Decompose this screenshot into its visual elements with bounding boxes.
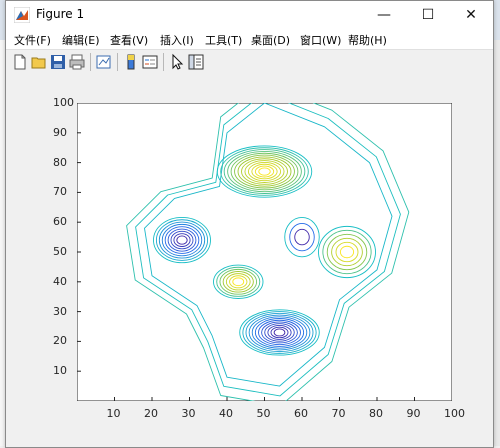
x-tick-label: 50 bbox=[256, 407, 271, 420]
toolbar-separator bbox=[163, 53, 164, 71]
menu-desktop[interactable]: 桌面(D) bbox=[251, 32, 290, 48]
window-title: Figure 1 bbox=[36, 7, 85, 21]
open-file-icon[interactable] bbox=[30, 53, 48, 71]
x-tick-label: 10 bbox=[106, 407, 121, 420]
menu-view[interactable]: 查看(V) bbox=[110, 32, 148, 48]
figure-window: Figure 1 — ☐ ✕ 文件(F) 编辑(E) 查看(V) 插入(I) 工… bbox=[5, 0, 494, 448]
print-icon[interactable] bbox=[68, 53, 86, 71]
maximize-button[interactable]: ☐ bbox=[406, 1, 450, 29]
menu-tools[interactable]: 工具(T) bbox=[205, 32, 242, 48]
maximize-icon: ☐ bbox=[421, 7, 435, 23]
x-tick-label: 90 bbox=[406, 407, 421, 420]
matlab-logo-icon bbox=[14, 7, 30, 23]
menu-insert[interactable]: 插入(I) bbox=[160, 32, 194, 48]
menu-bar: 文件(F) 编辑(E) 查看(V) 插入(I) 工具(T) 桌面(D) 窗口(W… bbox=[6, 29, 493, 49]
menu-help[interactable]: 帮助(H) bbox=[348, 32, 387, 48]
y-tick-label: 70 bbox=[53, 185, 67, 199]
minimize-button[interactable]: — bbox=[362, 1, 406, 29]
new-figure-icon[interactable] bbox=[11, 53, 29, 71]
insert-legend-icon[interactable] bbox=[141, 53, 159, 71]
property-editor-icon[interactable] bbox=[187, 53, 205, 71]
save-icon[interactable] bbox=[49, 53, 67, 71]
x-tick-label: 60 bbox=[294, 407, 308, 420]
y-tick-label: 30 bbox=[53, 304, 67, 318]
menu-file[interactable]: 文件(F) bbox=[14, 32, 51, 48]
y-tick-label: 50 bbox=[53, 245, 67, 258]
insert-colorbar-icon[interactable] bbox=[122, 53, 140, 71]
figure-canvas: 10 20 30 40 50 60 70 80 90 100 10 20 30 40 50 60 70 80 90… bbox=[6, 74, 493, 447]
close-button[interactable]: ✕ bbox=[449, 1, 493, 29]
menu-edit[interactable]: 编辑(E) bbox=[62, 32, 100, 48]
toolbar-separator bbox=[90, 53, 91, 71]
figure-toolbar bbox=[6, 49, 493, 75]
contour-plot[interactable] bbox=[77, 103, 452, 401]
title-bar: Figure 1 — ☐ ✕ bbox=[6, 1, 493, 29]
x-tick-label: 20 bbox=[144, 407, 158, 420]
y-tick-label: 60 bbox=[53, 215, 67, 229]
y-tick-label: 40 bbox=[53, 274, 67, 288]
menu-window[interactable]: 窗口(W) bbox=[300, 32, 341, 48]
y-tick-label: 80 bbox=[53, 155, 67, 169]
pointer-icon[interactable] bbox=[168, 53, 186, 71]
x-tick-label: 100 bbox=[444, 407, 465, 420]
close-icon: ✕ bbox=[465, 7, 477, 23]
x-tick-label: 40 bbox=[219, 407, 233, 420]
y-tick-label: 90 bbox=[53, 125, 67, 139]
x-tick-label: 80 bbox=[369, 407, 383, 420]
link-plot-icon[interactable] bbox=[95, 53, 113, 71]
minimize-icon: — bbox=[377, 7, 391, 23]
y-tick-label: 100 bbox=[53, 96, 74, 109]
x-tick-label: 70 bbox=[331, 407, 346, 420]
y-tick-label: 20 bbox=[53, 334, 67, 348]
y-tick-label: 10 bbox=[53, 364, 67, 378]
toolbar-separator bbox=[117, 53, 118, 71]
x-tick-label: 30 bbox=[181, 407, 196, 420]
